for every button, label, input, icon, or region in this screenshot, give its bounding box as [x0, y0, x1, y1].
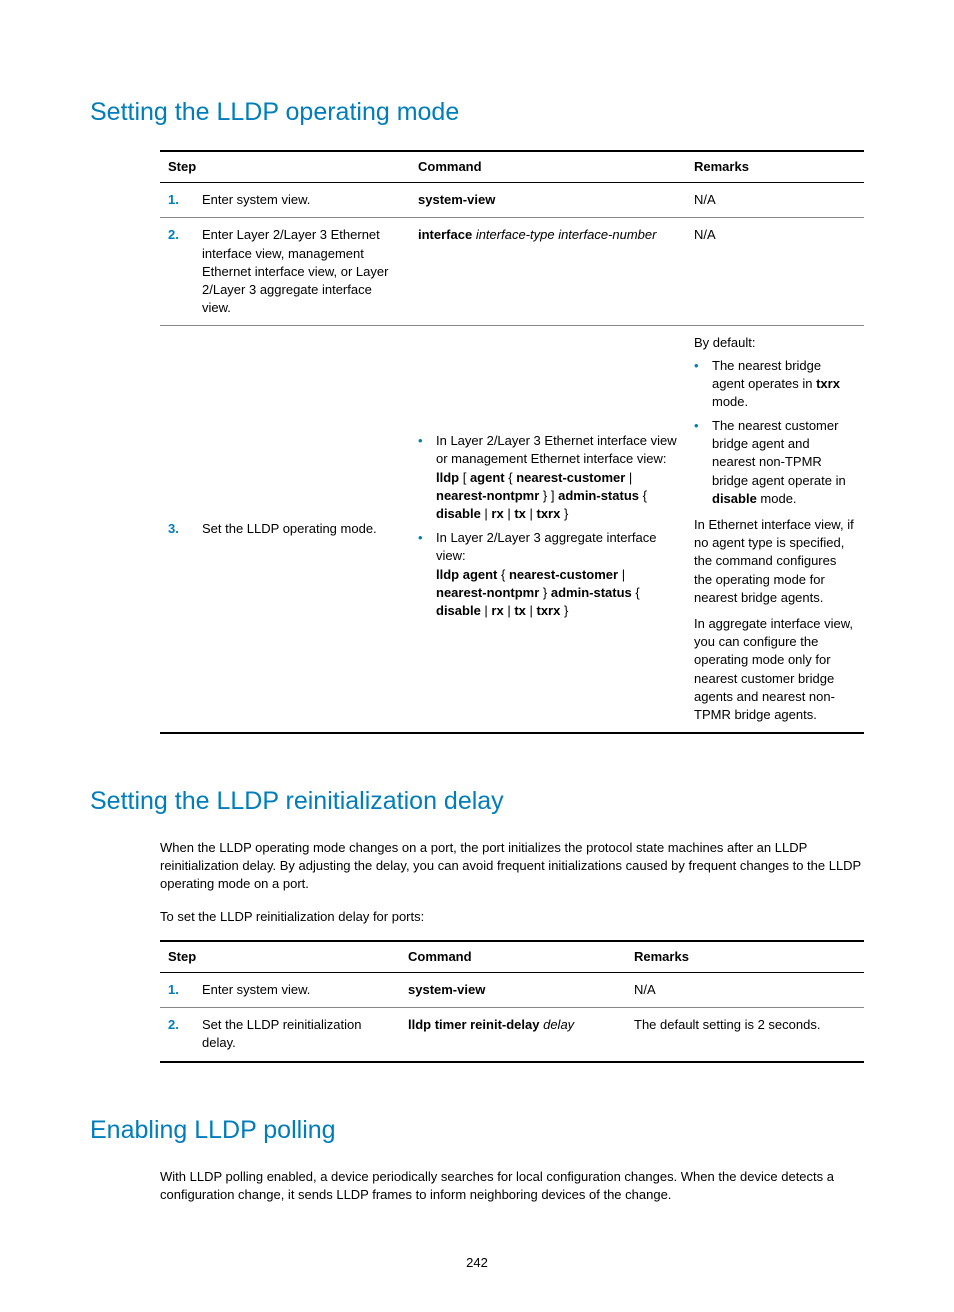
th-command: Command [400, 941, 626, 973]
table-row: 3. Set the LLDP operating mode. In Layer… [160, 326, 864, 733]
paragraph: With LLDP polling enabled, a device peri… [160, 1168, 864, 1204]
step-number: 2. [160, 1008, 194, 1062]
heading-operating-mode: Setting the LLDP operating mode [90, 95, 864, 130]
th-command: Command [410, 151, 686, 183]
th-step: Step [160, 941, 400, 973]
th-remarks: Remarks [686, 151, 864, 183]
list-item: In Layer 2/Layer 3 Ethernet interface vi… [418, 432, 678, 523]
step-remarks: By default: The nearest bridge agent ope… [686, 326, 864, 733]
th-remarks: Remarks [626, 941, 864, 973]
list-item: In Layer 2/Layer 3 aggregate interface v… [418, 529, 678, 620]
list-item: The nearest bridge agent operates in txr… [694, 357, 856, 412]
table-row: 2. Set the LLDP reinitialization delay. … [160, 1008, 864, 1062]
heading-reinit-delay: Setting the LLDP reinitialization delay [90, 784, 864, 819]
step-command: system-view [410, 183, 686, 218]
paragraph: When the LLDP operating mode changes on … [160, 839, 864, 894]
step-command: In Layer 2/Layer 3 Ethernet interface vi… [410, 326, 686, 733]
section-reinit-delay: Setting the LLDP reinitialization delay … [90, 784, 864, 1063]
step-number: 3. [160, 326, 194, 733]
table-row: 1. Enter system view. system-view N/A [160, 183, 864, 218]
page-number: 242 [90, 1254, 864, 1272]
list-item: The nearest customer bridge agent and ne… [694, 417, 856, 508]
step-number: 1. [160, 973, 194, 1008]
step-number: 2. [160, 218, 194, 326]
step-command: interface interface-type interface-numbe… [410, 218, 686, 326]
step-command: system-view [400, 973, 626, 1008]
step-remarks: The default setting is 2 seconds. [626, 1008, 864, 1062]
paragraph: To set the LLDP reinitialization delay f… [160, 908, 864, 926]
table-operating-mode: Step Command Remarks 1. Enter system vie… [160, 150, 864, 734]
step-remarks: N/A [686, 218, 864, 326]
step-desc: Set the LLDP reinitialization delay. [194, 1008, 400, 1062]
step-remarks: N/A [686, 183, 864, 218]
step-desc: Enter system view. [194, 183, 410, 218]
step-command: lldp timer reinit-delay delay [400, 1008, 626, 1062]
th-step: Step [160, 151, 410, 183]
table-reinit-delay: Step Command Remarks 1. Enter system vie… [160, 940, 864, 1063]
step-desc: Set the LLDP operating mode. [194, 326, 410, 733]
section-operating-mode: Setting the LLDP operating mode Step Com… [90, 95, 864, 734]
step-number: 1. [160, 183, 194, 218]
section-lldp-polling: Enabling LLDP polling With LLDP polling … [90, 1113, 864, 1204]
table-row: 1. Enter system view. system-view N/A [160, 973, 864, 1008]
step-desc: Enter Layer 2/Layer 3 Ethernet interface… [194, 218, 410, 326]
step-remarks: N/A [626, 973, 864, 1008]
step-desc: Enter system view. [194, 973, 400, 1008]
table-row: 2. Enter Layer 2/Layer 3 Ethernet interf… [160, 218, 864, 326]
heading-lldp-polling: Enabling LLDP polling [90, 1113, 864, 1148]
